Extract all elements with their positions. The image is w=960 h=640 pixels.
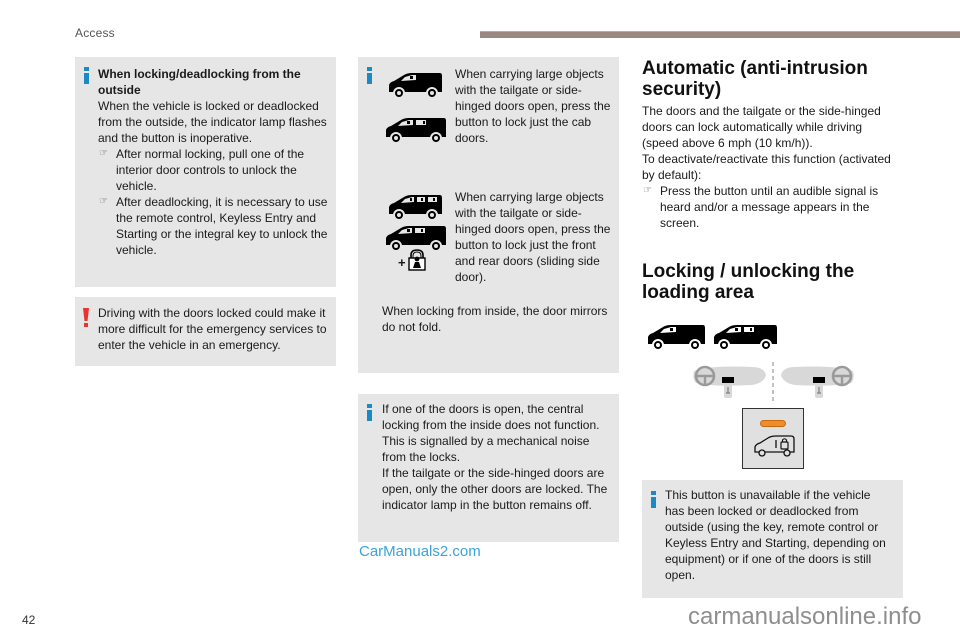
bullet-item: ☞ After normal locking, pull one of the … (99, 147, 305, 193)
van-icon (389, 73, 442, 99)
info-box-button-unavailable: This button is unavailable if the vehicl… (642, 480, 903, 598)
watermark-link[interactable]: CarManuals2.com (359, 543, 481, 560)
text-line: Keyless Entry and Starting, depending on (665, 536, 886, 550)
text-line: indicator lamp in the button remains off… (382, 498, 592, 512)
text-line: from the locks. (382, 450, 461, 464)
info-paragraph: When the vehicle is locked or deadlocked… (98, 99, 327, 145)
text-line: open, only the other doors are locked. T… (382, 482, 608, 496)
automatic-locking-description: The doors and the tailgate or the side-h… (642, 104, 891, 230)
cab-doors-text: When carrying large objects with the tai… (455, 67, 611, 145)
indicator-lamp (760, 420, 786, 427)
text-line: outside (using the key, remote control o… (665, 520, 879, 534)
pointing-hand-icon: ☞ (99, 148, 108, 159)
info-box-outside-locking: When locking/deadlocking from the outsid… (75, 57, 336, 287)
loading-area-lock-button-icon (742, 408, 804, 469)
info-icon (84, 67, 89, 84)
info-icon (367, 404, 372, 421)
info-heading: When locking/deadlocking from the outsid… (98, 67, 301, 97)
text-line: This button is unavailable if the vehicl… (665, 488, 871, 502)
info-icon (367, 67, 372, 84)
info-box-partial-locking: When carrying large objects with the tai… (358, 57, 619, 373)
text-line: open. (665, 568, 696, 582)
section-title: Access (75, 26, 115, 40)
header-bar (480, 31, 960, 38)
combi-van-icon (389, 195, 442, 221)
front-rear-doors-text: When carrying large objects with the tai… (455, 190, 611, 284)
dashboard-lhd-icon (693, 365, 766, 398)
text-line: has been locked or deadlocked from (665, 504, 859, 518)
plus-sign: + (398, 255, 406, 270)
warning-box: Driving with the doors locked could make… (75, 297, 336, 366)
text-line: equipment) or if one of the doors is sti… (665, 552, 872, 566)
long-van-icon (386, 118, 446, 144)
page-number: 42 (22, 613, 36, 627)
text-line: This is signalled by a mechanical noise (382, 434, 590, 448)
long-van-icon (714, 325, 777, 351)
bullet-item: ☞ After deadlocking, it is necessary to … (99, 195, 328, 257)
info-box-door-open: If one of the doors is open, the central… (358, 394, 619, 542)
bullet-item: ☞ Press the button until an audible sign… (643, 184, 879, 230)
warning-text: Driving with the doors locked could make… (98, 306, 327, 352)
pointing-hand-icon: ☞ (99, 196, 108, 207)
info-icon (651, 491, 656, 508)
dashboard-rhd-icon (781, 365, 854, 398)
watermark-text: carmanualsonline.info (688, 603, 922, 630)
divider-dashed-line (772, 362, 774, 402)
pointing-hand-icon: ☞ (643, 185, 652, 196)
van-icon (648, 325, 705, 351)
child-lock-icon (408, 249, 426, 271)
text-line: locking from the inside does not functio… (382, 418, 600, 432)
text-line: If one of the doors is open, the central (382, 402, 584, 416)
van-lock-symbol-icon (754, 435, 795, 457)
section-heading-automatic: Automatic (anti-intrusion security) (642, 58, 868, 100)
section-heading-loading-area: Locking / unlocking the loading area (642, 261, 855, 303)
text-line: If the tailgate or the side-hinged doors… (382, 466, 605, 480)
mirrors-note: When locking from inside, the door mirro… (382, 304, 608, 334)
warning-icon (83, 308, 89, 327)
